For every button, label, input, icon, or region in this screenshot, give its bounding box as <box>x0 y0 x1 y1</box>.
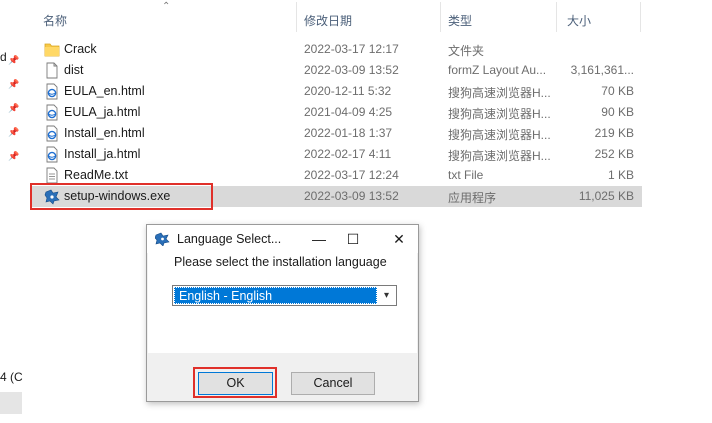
language-prompt: Please select the installation language <box>174 255 387 269</box>
close-icon[interactable]: ✕ <box>381 225 417 253</box>
file-row-install-ja[interactable]: Install_ja.html 2022-02-17 4:11 搜狗高速浏览器H… <box>30 144 642 165</box>
file-size: 252 KB <box>594 147 634 161</box>
minimize-icon[interactable]: — <box>301 225 337 253</box>
column-divider[interactable] <box>556 2 557 32</box>
file-size: 90 KB <box>601 105 634 119</box>
pin-icon: 📌 <box>8 55 20 65</box>
file-row-dist[interactable]: dist 2022-03-09 13:52 formZ Layout Au...… <box>30 60 642 81</box>
column-name-header[interactable]: 名称 <box>43 12 67 29</box>
column-divider[interactable] <box>640 2 641 32</box>
file-row-eula-en[interactable]: EULA_en.html 2020-12-11 5:32 搜狗高速浏览器H...… <box>30 81 642 102</box>
file-date: 2022-03-17 12:24 <box>304 168 399 182</box>
file-icon <box>46 62 58 79</box>
file-date: 2021-04-09 4:25 <box>304 105 393 119</box>
file-size: 70 KB <box>601 84 634 98</box>
file-type: 搜狗高速浏览器H... <box>448 86 551 100</box>
pin-icon: 📌 <box>8 127 20 137</box>
file-row-crack[interactable]: Crack 2022-03-17 12:17 文件夹 <box>30 39 642 60</box>
column-divider[interactable] <box>440 2 441 32</box>
file-size: 3,161,361... <box>570 63 634 77</box>
file-date: 2022-02-17 4:11 <box>304 147 392 161</box>
dialog-title-bar[interactable]: Language Select... — ☐ ✕ <box>147 225 418 253</box>
file-name: Install_en.html <box>64 126 145 140</box>
text-file-icon <box>46 167 58 184</box>
html-file-icon <box>46 146 58 163</box>
html-file-icon <box>46 125 58 142</box>
file-name: Install_ja.html <box>64 147 141 161</box>
file-size: 219 KB <box>594 126 634 140</box>
file-type: 搜狗高速浏览器H... <box>448 149 551 163</box>
file-size: 1 KB <box>607 168 634 182</box>
file-type: 应用程序 <box>448 191 497 205</box>
nav-item-label[interactable]: d <box>0 50 7 64</box>
file-date: 2022-03-17 12:17 <box>304 42 399 56</box>
file-date: 2022-01-18 1:37 <box>304 126 393 140</box>
language-select-dialog: Language Select... — ☐ ✕ Please select t… <box>146 224 419 402</box>
nav-item-selected[interactable] <box>0 392 22 414</box>
dialog-title: Language Select... <box>177 232 282 246</box>
folder-icon <box>44 43 60 57</box>
file-name: EULA_ja.html <box>64 105 141 119</box>
file-type: formZ Layout Au... <box>448 63 547 77</box>
navigation-pane: d 📌 📌 📌 📌 📌 4 (C <box>0 0 24 423</box>
html-file-icon <box>46 104 58 121</box>
sort-ascending-icon: ⌃ <box>162 1 171 12</box>
maximize-icon[interactable]: ☐ <box>335 225 371 253</box>
file-name: ReadMe.txt <box>64 168 128 182</box>
chevron-down-icon[interactable]: ▾ <box>379 288 394 303</box>
file-type: 搜狗高速浏览器H... <box>448 128 551 142</box>
language-select-value[interactable]: English - English <box>174 287 377 304</box>
pin-icon: 📌 <box>8 151 20 161</box>
cancel-button[interactable]: Cancel <box>291 372 375 395</box>
file-name: EULA_en.html <box>64 84 145 98</box>
installer-app-icon <box>155 232 170 246</box>
file-row-install-en[interactable]: Install_en.html 2022-01-18 1:37 搜狗高速浏览器H… <box>30 123 642 144</box>
file-type: txt File <box>448 168 484 182</box>
pin-icon: 📌 <box>8 79 20 89</box>
file-type: 搜狗高速浏览器H... <box>448 107 551 121</box>
column-type-header[interactable]: 类型 <box>448 12 472 29</box>
pin-icon: 📌 <box>8 103 20 113</box>
file-date: 2022-03-09 13:52 <box>304 189 399 203</box>
html-file-icon <box>46 83 58 100</box>
file-row-eula-ja[interactable]: EULA_ja.html 2021-04-09 4:25 搜狗高速浏览器H...… <box>30 102 642 123</box>
column-size-header[interactable]: 大小 <box>567 12 591 29</box>
file-size: 11,025 KB <box>578 189 634 203</box>
file-date: 2020-12-11 5:32 <box>304 84 392 98</box>
file-type: 文件夹 <box>448 44 485 58</box>
file-date: 2022-03-09 13:52 <box>304 63 399 77</box>
annotation-highlight-ok <box>193 367 277 398</box>
nav-drive-label[interactable]: 4 (C <box>0 370 23 384</box>
file-name: dist <box>64 63 84 77</box>
dialog-footer <box>148 353 417 401</box>
file-name: Crack <box>64 42 97 56</box>
language-select[interactable]: English - English ▾ <box>172 285 397 306</box>
column-divider[interactable] <box>296 2 297 32</box>
annotation-highlight-setup-file <box>30 183 213 210</box>
column-date-header[interactable]: 修改日期 <box>304 12 352 29</box>
column-header: ⌃ 名称 修改日期 类型 大小 <box>30 0 642 38</box>
